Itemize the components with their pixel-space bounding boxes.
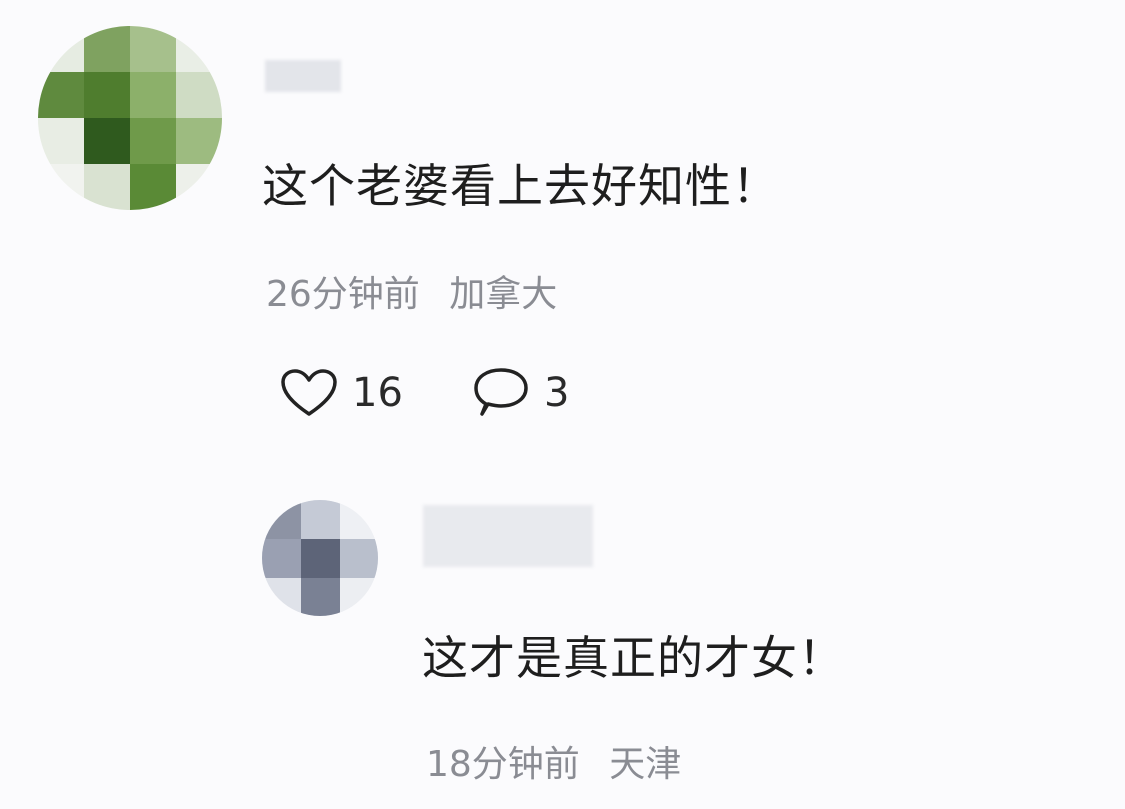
reply-username-redacted[interactable]: [423, 505, 593, 567]
username-redacted[interactable]: [265, 60, 341, 92]
reply-meta: 18分钟前 天津: [426, 735, 681, 787]
avatar[interactable]: [38, 26, 222, 210]
reply-location: 天津: [609, 744, 682, 785]
comment-meta: 26分钟前 加拿大: [266, 265, 557, 317]
comment-thread: 这个老婆看上去好知性！ 26分钟前 加拿大 16 3 这才是真正的才女！ 18分…: [0, 0, 1125, 809]
comment-location: 加拿大: [449, 274, 558, 315]
comment-time: 26分钟前: [266, 274, 420, 315]
reply-count: 3: [544, 370, 570, 416]
reply-avatar[interactable]: [262, 500, 378, 616]
heart-icon: [280, 368, 338, 418]
reply-button[interactable]: 3: [472, 366, 569, 420]
like-button[interactable]: 16: [280, 368, 403, 418]
speech-bubble-icon: [472, 366, 530, 420]
reply-text: 这才是真正的才女！: [422, 631, 845, 685]
reply-time: 18分钟前: [426, 744, 580, 785]
comment-text: 这个老婆看上去好知性！: [262, 159, 779, 213]
like-count: 16: [352, 370, 403, 416]
